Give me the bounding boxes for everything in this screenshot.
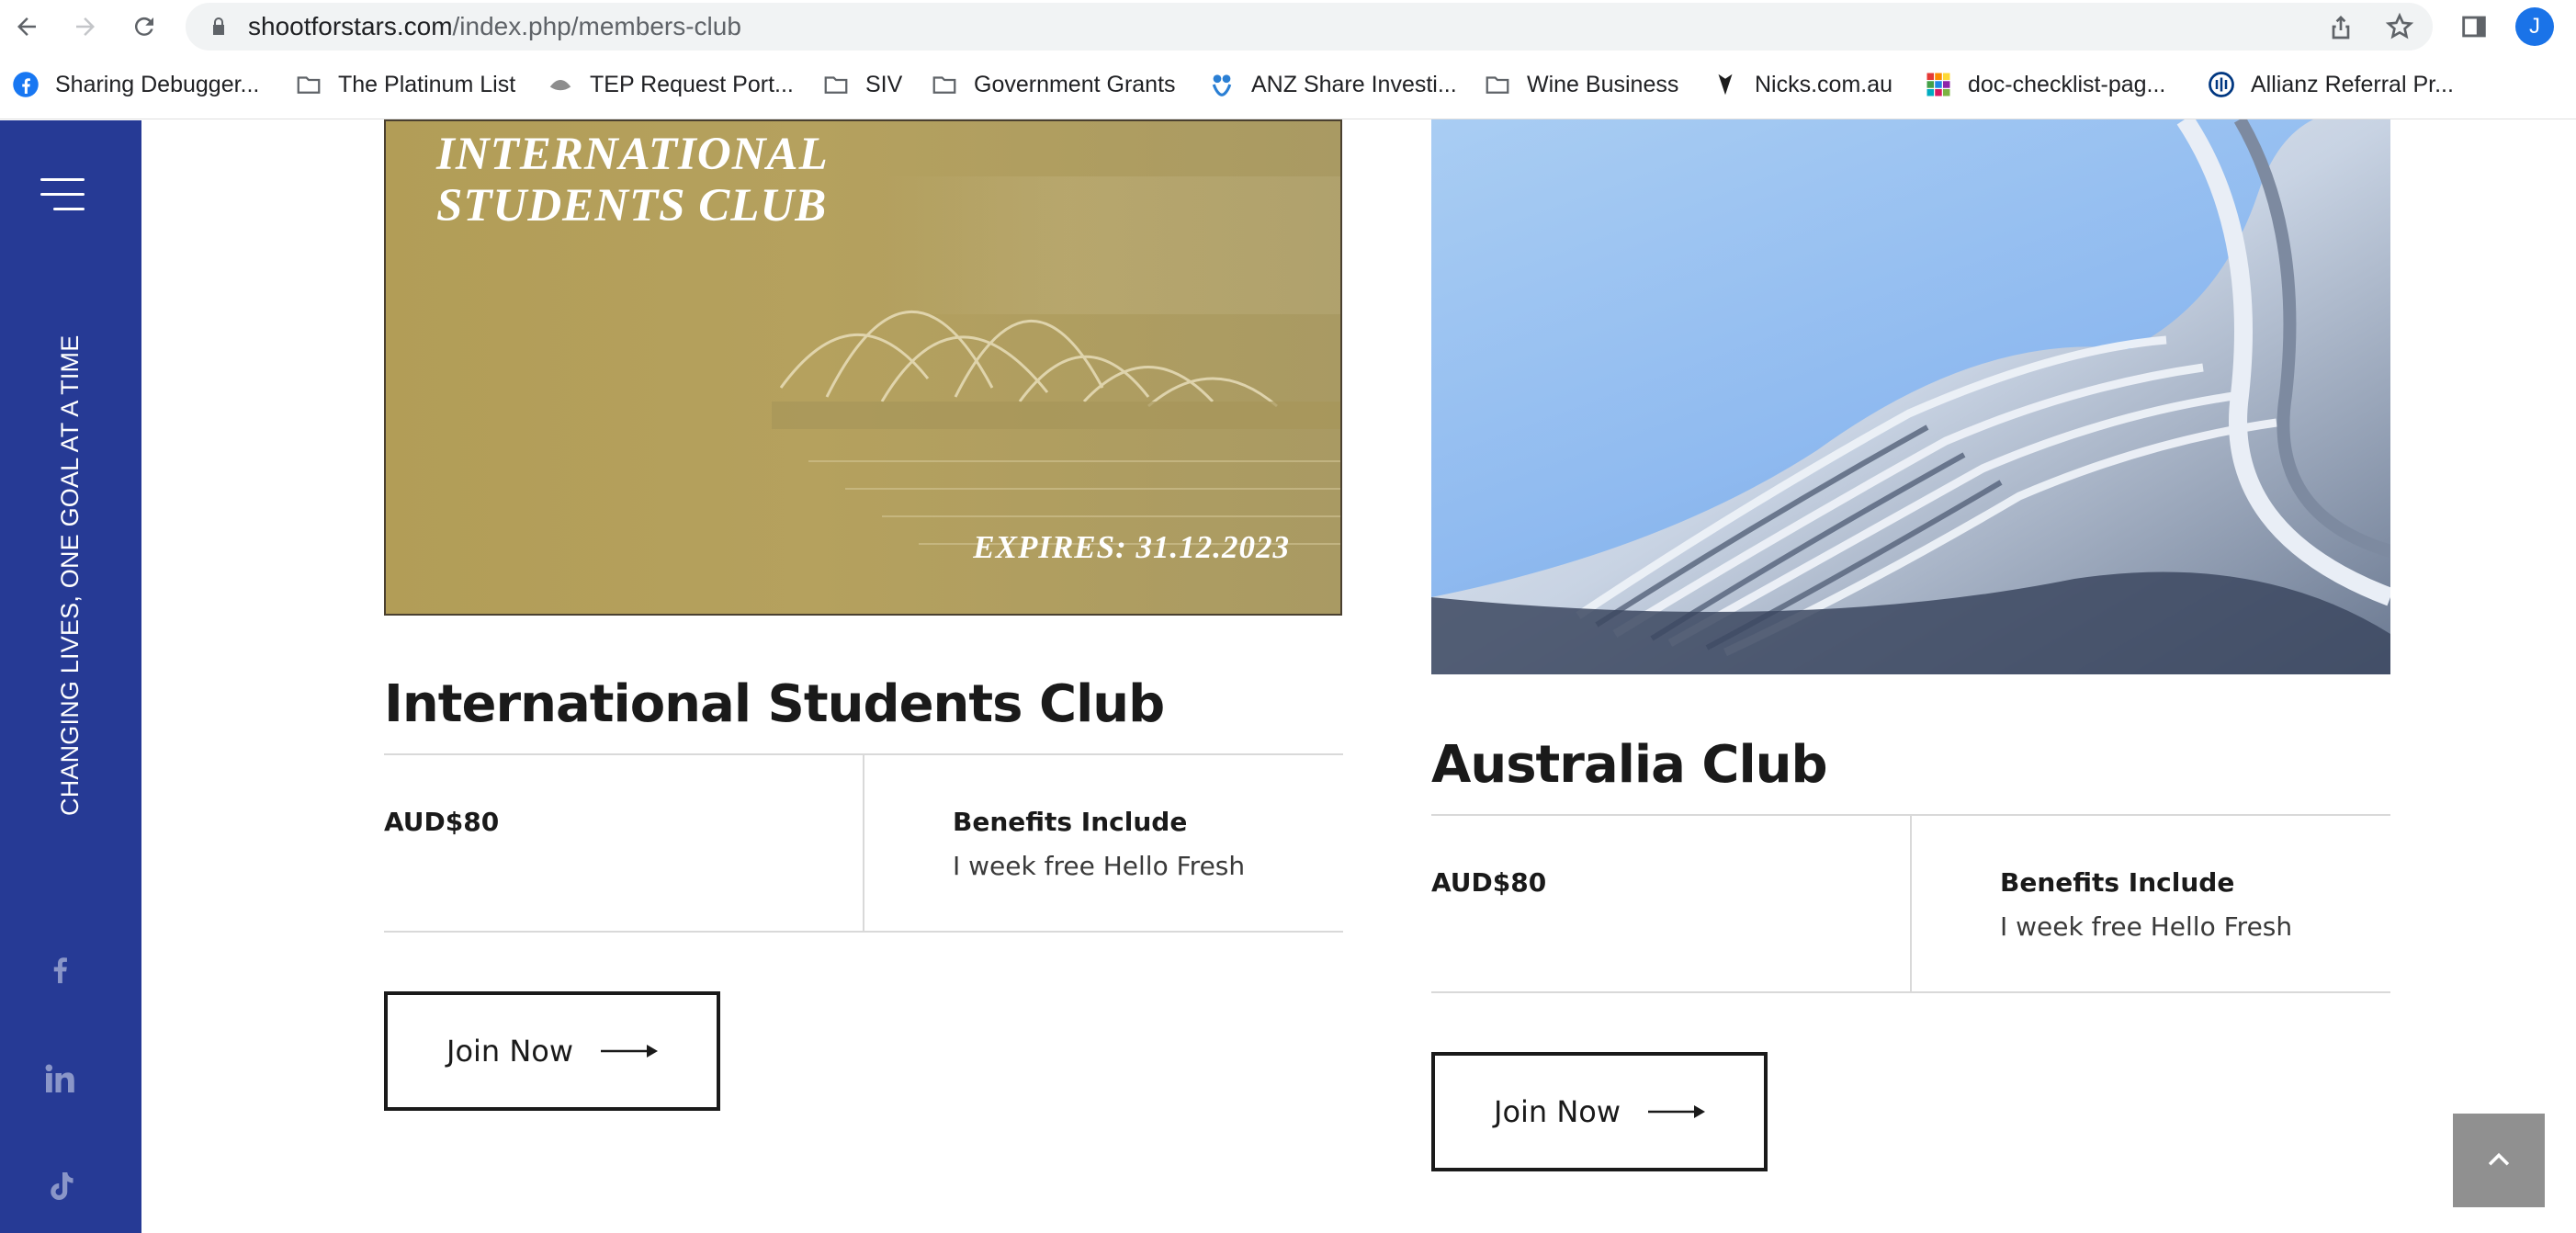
card-overlay-title: INTERNATIONAL STUDENTS CLUB	[436, 129, 829, 232]
linkedin-icon	[45, 1064, 74, 1092]
crest-icon	[546, 70, 575, 99]
modern-building-illustration	[1431, 119, 2390, 674]
join-now-label: Join Now	[446, 1034, 574, 1069]
benefits-heading: Benefits Include	[953, 807, 1188, 837]
divider	[384, 931, 1343, 933]
hamburger-menu-icon[interactable]	[40, 178, 86, 211]
sydney-opera-house-illustration	[772, 176, 1340, 545]
sidebar-tagline: CHANGING LIVES, ONE GOAL AT A TIME	[56, 334, 84, 816]
folder-icon	[1483, 70, 1512, 99]
linkedin-link[interactable]	[41, 1060, 78, 1097]
bookmark-sharing-debugger[interactable]: Sharing Debugger...	[11, 53, 259, 116]
folder-icon	[930, 70, 959, 99]
folder-icon	[821, 70, 851, 99]
bookmark-platinum-list[interactable]: The Platinum List	[294, 53, 515, 116]
share-icon[interactable]	[2326, 12, 2356, 41]
bookmarks-bar: Sharing Debugger... The Platinum List TE…	[0, 53, 2576, 119]
benefits-heading: Benefits Include	[2000, 867, 2235, 898]
url-domain: shootforstars.com	[248, 12, 453, 40]
join-now-label: Join Now	[1494, 1094, 1621, 1129]
sidebar: CHANGING LIVES, ONE GOAL AT A TIME	[0, 120, 141, 1233]
card-expiry-date: EXPIRES: 31.12.2023	[973, 529, 1290, 565]
club-title-australia: Australia Club	[1431, 735, 1828, 795]
tiktok-link[interactable]	[41, 1168, 78, 1205]
bookmark-label: doc-checklist-pag...	[1968, 71, 2166, 97]
lock-icon	[213, 17, 224, 35]
bookmark-government-grants[interactable]: Government Grants	[930, 53, 1176, 116]
allianz-icon	[2207, 70, 2236, 99]
facebook-icon	[53, 957, 67, 984]
benefits-text: I week free Hello Fresh	[2000, 911, 2293, 942]
bookmark-wine-business[interactable]: Wine Business	[1483, 53, 1678, 116]
reload-icon	[134, 17, 153, 36]
folder-icon	[294, 70, 323, 99]
bookmark-anz-share[interactable]: ANZ Share Investi...	[1207, 53, 1457, 116]
benefits-text: I week free Hello Fresh	[953, 851, 1246, 881]
international-students-card-image: INTERNATIONAL STUDENTS CLUB EXPIRES: 31.…	[384, 119, 1342, 616]
arrow-right-icon	[601, 1045, 659, 1058]
card-overlay-title-line1: INTERNATIONAL	[436, 129, 829, 180]
back-button[interactable]	[7, 7, 46, 46]
side-panel-icon[interactable]	[2458, 11, 2490, 42]
grid-color-icon	[1924, 70, 1953, 99]
bookmark-label: Nicks.com.au	[1755, 71, 1893, 97]
arrow-left-icon	[17, 17, 36, 36]
bookmark-doc-checklist[interactable]: doc-checklist-pag...	[1924, 53, 2165, 116]
join-now-button[interactable]: Join Now	[1431, 1052, 1768, 1171]
divider	[863, 753, 864, 932]
bookmark-label: ANZ Share Investi...	[1251, 71, 1457, 97]
bookmark-label: Government Grants	[974, 71, 1176, 97]
browser-toolbar: shootforstars.com/index.php/members-club…	[0, 0, 2576, 53]
divider	[1910, 814, 1912, 992]
tiktok-icon	[51, 1172, 73, 1200]
url-text[interactable]: shootforstars.com/index.php/members-club	[248, 3, 741, 51]
bookmark-label: Sharing Debugger...	[55, 71, 260, 97]
bookmark-label: Wine Business	[1527, 71, 1679, 97]
facebook-icon	[11, 70, 40, 99]
join-now-button[interactable]: Join Now	[384, 991, 720, 1111]
card-overlay-title-line2: STUDENTS CLUB	[436, 180, 828, 232]
bookmark-nicks[interactable]: Nicks.com.au	[1711, 53, 1892, 116]
address-bar[interactable]: shootforstars.com/index.php/members-club	[186, 3, 2433, 51]
arrow-right-icon	[76, 17, 95, 36]
anz-icon	[1207, 70, 1237, 99]
bookmark-allianz[interactable]: Allianz Referral Pr...	[2207, 53, 2454, 116]
star-icon[interactable]	[2385, 12, 2414, 41]
club-price: AUD$80	[384, 807, 500, 837]
bookmark-tep-request[interactable]: TEP Request Port...	[546, 53, 794, 116]
facebook-link[interactable]	[41, 952, 78, 989]
reload-button[interactable]	[125, 7, 164, 46]
australia-club-card-image	[1431, 119, 2390, 674]
arrow-right-icon	[1648, 1105, 1706, 1118]
bookmark-siv[interactable]: SIV	[821, 53, 902, 116]
club-price: AUD$80	[1431, 867, 1547, 898]
bookmark-label: Allianz Referral Pr...	[2251, 71, 2454, 97]
profile-avatar[interactable]: J	[2515, 7, 2554, 46]
chevron-up-icon	[2488, 1152, 2510, 1166]
nicks-icon	[1711, 70, 1740, 99]
divider	[1431, 991, 2390, 993]
bookmark-label: TEP Request Port...	[590, 71, 794, 97]
club-title-international: International Students Club	[384, 674, 1165, 734]
url-path: /index.php/members-club	[452, 12, 741, 40]
bookmark-label: SIV	[865, 71, 903, 97]
back-to-top-button[interactable]	[2453, 1114, 2545, 1207]
forward-button[interactable]	[66, 7, 105, 46]
bookmark-label: The Platinum List	[338, 71, 516, 97]
